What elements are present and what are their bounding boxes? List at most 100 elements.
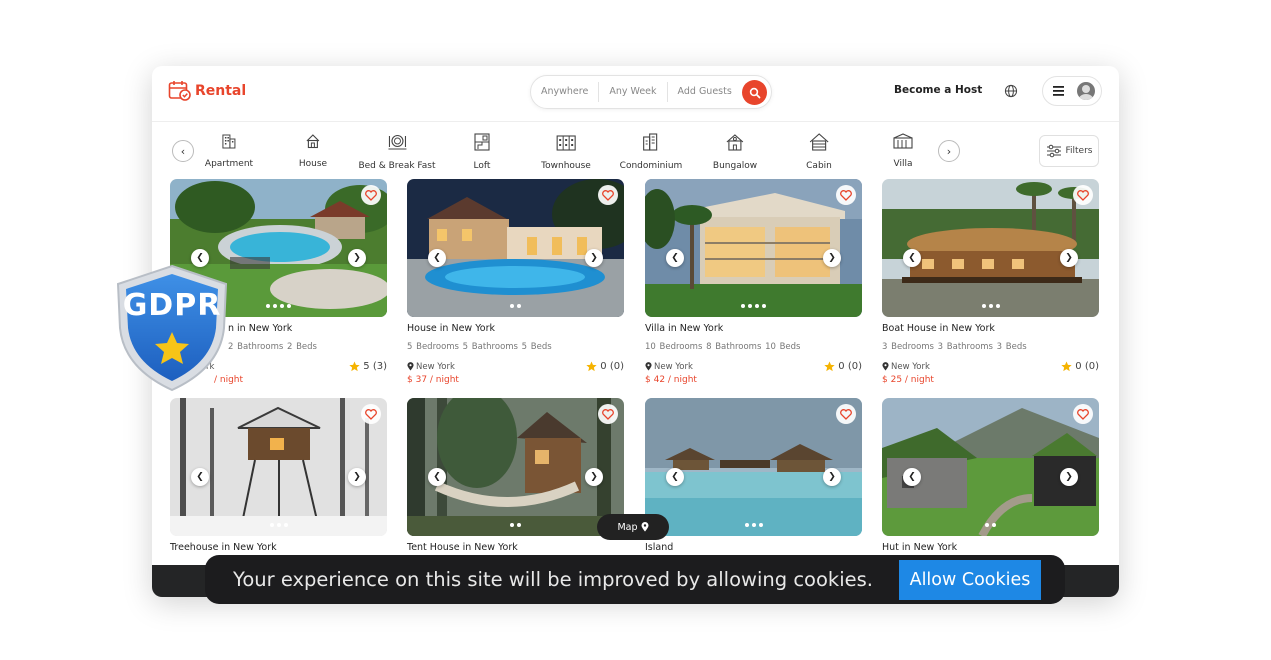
photo-next-button[interactable]: ❯ [823, 249, 841, 267]
category-label: Bed & Break Fast [358, 161, 436, 171]
category-bar: ‹ Apartment House Bed & Break Fast Loft … [152, 123, 1119, 179]
favorite-button[interactable] [836, 185, 856, 205]
listing-price: $ 42 / night [645, 375, 697, 385]
favorite-button[interactable] [361, 404, 381, 424]
category-house[interactable]: House [299, 133, 327, 170]
photo-next-button[interactable]: ❯ [585, 249, 603, 267]
chevron-left-icon: ❮ [196, 472, 204, 482]
favorite-button[interactable] [598, 404, 618, 424]
favorite-button[interactable] [1073, 185, 1093, 205]
photo-next-button[interactable]: ❯ [1060, 249, 1078, 267]
star-icon [824, 361, 835, 372]
listing-photo[interactable]: ❮ ❯ [407, 398, 624, 536]
heart-icon [602, 408, 614, 420]
category-villa[interactable]: Villa [892, 133, 914, 170]
search-add-guests[interactable]: Add Guests [668, 82, 742, 102]
language-button[interactable] [1004, 83, 1018, 102]
listing-rating-text: 0 (0) [600, 361, 624, 372]
photo-prev-button[interactable]: ❮ [428, 468, 446, 486]
photo-prev-button[interactable]: ❮ [903, 468, 921, 486]
favorite-button[interactable] [598, 185, 618, 205]
listing-photo[interactable]: ❮ ❯ [407, 179, 624, 317]
search-bar[interactable]: Anywhere Any Week Add Guests [530, 75, 772, 109]
map-pin-icon [882, 362, 889, 371]
heart-icon [1077, 408, 1089, 420]
listing-card[interactable]: ❮ ❯ Treehouse in New York [170, 398, 387, 553]
filters-label: Filters [1065, 146, 1093, 156]
listing-title: House in New York [407, 323, 495, 334]
photo-prev-button[interactable]: ❮ [903, 249, 921, 267]
heart-icon [365, 189, 377, 201]
sliders-icon [1046, 144, 1061, 158]
favorite-button[interactable] [836, 404, 856, 424]
photo-prev-button[interactable]: ❮ [666, 468, 684, 486]
treehouse-photo [170, 398, 387, 536]
map-pin-icon [407, 362, 414, 371]
listing-location: New York [407, 362, 455, 372]
allow-cookies-button[interactable]: Allow Cookies [899, 560, 1041, 600]
favorite-button[interactable] [361, 185, 381, 205]
chevron-right-icon: ❯ [353, 253, 361, 263]
category-townhouse[interactable]: Townhouse [541, 133, 591, 172]
listing-card[interactable]: ❮ ❯ Hut in New York [882, 398, 1099, 553]
photo-next-button[interactable]: ❯ [348, 468, 366, 486]
photo-prev-button[interactable]: ❮ [191, 468, 209, 486]
category-next-button[interactable]: › [938, 140, 960, 162]
listing-card[interactable]: ❮ ❯ House in New York 5 Bedrooms 5 Bathr… [407, 179, 624, 385]
heart-icon [365, 408, 377, 420]
photo-prev-button[interactable]: ❮ [428, 249, 446, 267]
globe-icon [1004, 84, 1018, 98]
category-apartment[interactable]: Apartment [205, 133, 253, 170]
house-pool-photo [407, 179, 624, 317]
chevron-left-icon: ❮ [433, 472, 441, 482]
hamburger-menu-icon [1053, 86, 1064, 96]
listing-photo[interactable]: ❮ ❯ [882, 179, 1099, 317]
category-condominium[interactable]: Condominium [620, 133, 682, 172]
listing-rating-text: 0 (0) [838, 361, 862, 372]
heart-icon [1077, 189, 1089, 201]
chevron-left-icon: ❮ [433, 253, 441, 263]
filters-button[interactable]: Filters [1039, 135, 1099, 167]
category-loft[interactable]: Loft [473, 133, 491, 172]
search-anywhere[interactable]: Anywhere [531, 82, 600, 102]
townhouse-icon [556, 135, 576, 151]
listing-price: $ 37 / night [407, 375, 459, 385]
search-button[interactable] [742, 80, 767, 105]
map-button[interactable]: Map [597, 514, 669, 540]
logo[interactable]: Rental [168, 80, 246, 102]
cabin-icon [809, 133, 829, 151]
photo-next-button[interactable]: ❯ [348, 249, 366, 267]
category-label: Villa [893, 159, 913, 169]
map-pin-icon [645, 362, 652, 371]
category-bungalow[interactable]: Bungalow [713, 133, 757, 172]
become-host-link[interactable]: Become a Host [894, 84, 982, 96]
category-cabin[interactable]: Cabin [806, 133, 832, 172]
photo-prev-button[interactable]: ❮ [666, 249, 684, 267]
photo-next-button[interactable]: ❯ [1060, 468, 1078, 486]
shield-icon [116, 264, 228, 392]
photo-next-button[interactable]: ❯ [823, 468, 841, 486]
listing-card[interactable]: ❮ ❯ Boat House in New York 3 Bedrooms 3 … [882, 179, 1099, 385]
listing-card[interactable]: ❮ ❯ Tent House in New York [407, 398, 624, 553]
listing-photo[interactable]: ❮ ❯ [645, 398, 862, 536]
listing-photo[interactable]: ❮ ❯ [882, 398, 1099, 536]
search-any-week[interactable]: Any Week [599, 82, 668, 102]
loft-icon [474, 133, 490, 151]
user-menu-button[interactable] [1042, 76, 1102, 106]
listing-rating: 0 (0) [1061, 361, 1099, 372]
listing-card[interactable]: ❮ ❯ Villa in New York 10 Bedrooms 8 Bath… [645, 179, 862, 385]
category-bed-breakfast[interactable]: Bed & Break Fast [358, 133, 436, 172]
listing-location: New York [882, 362, 930, 372]
category-label: Townhouse [541, 161, 591, 171]
category-prev-button[interactable]: ‹ [172, 140, 194, 162]
listing-photo[interactable]: ❮ ❯ [645, 179, 862, 317]
listing-card[interactable]: ❮ ❯ Island [645, 398, 862, 553]
chevron-left-icon: ‹ [180, 144, 186, 158]
listing-specs: 3 Bedrooms 3 Bathrooms 3 Beds [882, 342, 1027, 352]
chevron-right-icon: ❯ [590, 253, 598, 263]
listing-photo[interactable]: ❮ ❯ [170, 398, 387, 536]
favorite-button[interactable] [1073, 404, 1093, 424]
photo-next-button[interactable]: ❯ [585, 468, 603, 486]
star-icon [586, 361, 597, 372]
category-label: Cabin [806, 161, 832, 171]
